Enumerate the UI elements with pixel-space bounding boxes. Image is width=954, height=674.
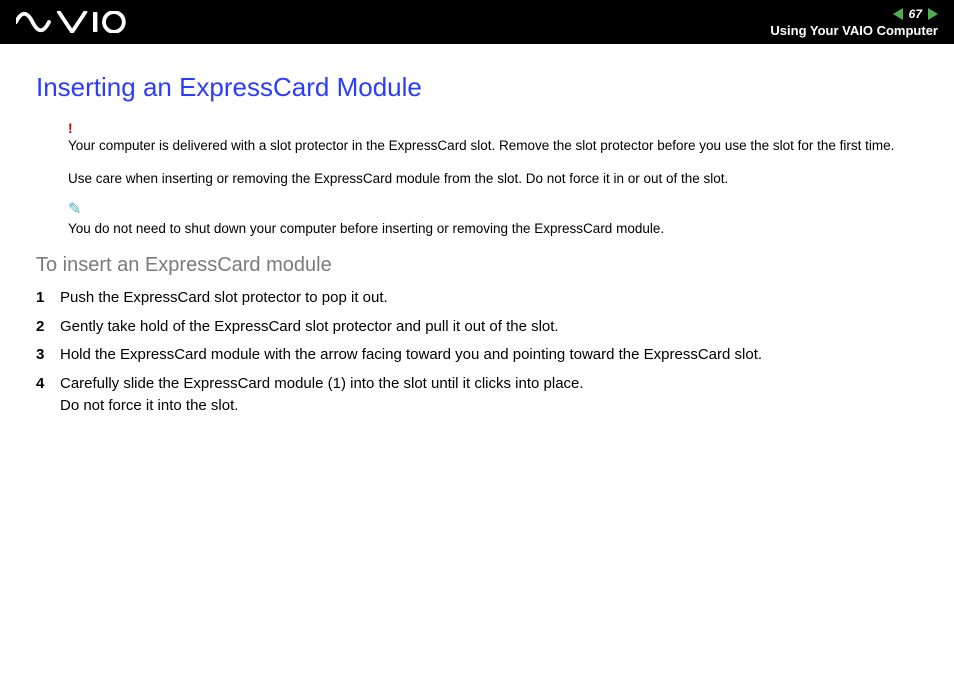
warning-icon: ! xyxy=(68,121,918,135)
next-page-arrow-icon[interactable] xyxy=(928,8,938,20)
section-label: Using Your VAIO Computer xyxy=(770,23,938,38)
warning-text: Your computer is delivered with a slot p… xyxy=(68,137,918,155)
step-text: Push the ExpressCard slot protector to p… xyxy=(60,287,918,310)
step-number: 2 xyxy=(36,316,60,339)
header-right: 67 Using Your VAIO Computer xyxy=(770,7,938,38)
step-number: 4 xyxy=(36,373,60,396)
warning-block: ! Your computer is delivered with a slot… xyxy=(68,121,918,155)
page-content: Inserting an ExpressCard Module ! Your c… xyxy=(0,44,954,418)
vaio-logo xyxy=(16,0,137,44)
list-item: 3 Hold the ExpressCard module with the a… xyxy=(36,344,918,367)
header-bar: 67 Using Your VAIO Computer xyxy=(0,0,954,44)
list-item: 4 Carefully slide the ExpressCard module… xyxy=(36,373,918,418)
step-text: Carefully slide the ExpressCard module (… xyxy=(60,373,918,418)
step-number: 3 xyxy=(36,344,60,367)
tip-block: ✎ You do not need to shut down your comp… xyxy=(68,202,918,238)
page-navigator: 67 xyxy=(893,7,938,21)
step-text: Hold the ExpressCard module with the arr… xyxy=(60,344,918,367)
step-number: 1 xyxy=(36,287,60,310)
page-number: 67 xyxy=(909,7,922,21)
list-item: 1 Push the ExpressCard slot protector to… xyxy=(36,287,918,310)
step-text: Gently take hold of the ExpressCard slot… xyxy=(60,316,918,339)
list-item: 2 Gently take hold of the ExpressCard sl… xyxy=(36,316,918,339)
prev-page-arrow-icon[interactable] xyxy=(893,8,903,20)
steps-list: 1 Push the ExpressCard slot protector to… xyxy=(36,287,918,418)
caution-text: Use care when inserting or removing the … xyxy=(68,171,918,186)
vaio-logo-svg xyxy=(16,11,137,33)
tip-text: You do not need to shut down your comput… xyxy=(68,220,918,238)
procedure-subtitle: To insert an ExpressCard module xyxy=(36,254,918,277)
pencil-icon: ✎ xyxy=(68,202,918,218)
page-title: Inserting an ExpressCard Module xyxy=(36,72,918,103)
